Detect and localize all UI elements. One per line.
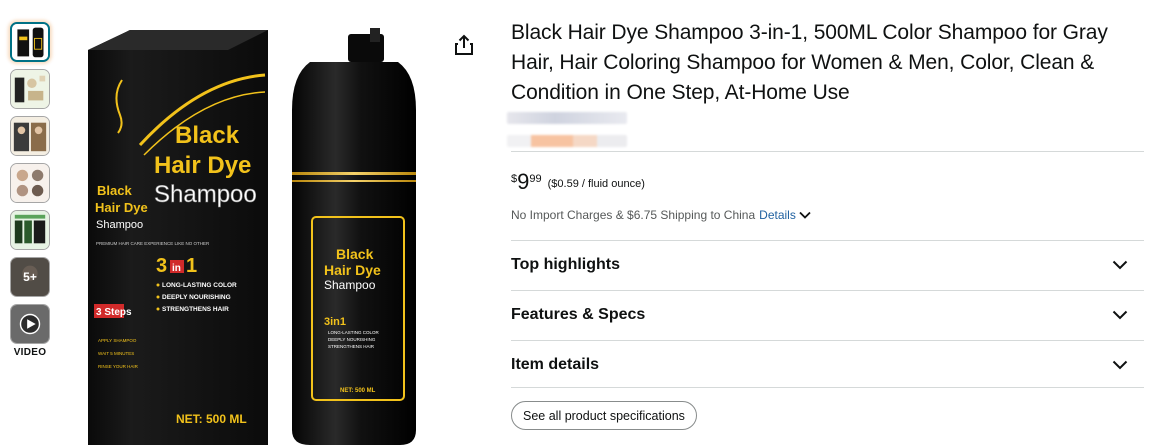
box-steps-label: 3 Steps xyxy=(96,307,132,318)
thumb-features[interactable] xyxy=(10,210,50,250)
box-one: 1 xyxy=(186,255,197,277)
box-bullet-1: LONG-LASTING COLOR xyxy=(162,282,237,289)
box-step-2: WAIT 5 MINUTES xyxy=(98,351,134,356)
accordion-label: Item details xyxy=(511,356,600,373)
shipping-text: No Import Charges & $6.75 Shipping to Ch… xyxy=(511,208,756,222)
box-brand-line1: Black xyxy=(175,122,240,149)
chevron-down-icon[interactable] xyxy=(799,211,811,219)
accordion-top-highlights[interactable]: Top highlights xyxy=(511,240,1144,290)
thumb-video[interactable] xyxy=(10,304,50,344)
thumb-more-images[interactable]: 5+ xyxy=(10,257,50,297)
box-three: 3 xyxy=(156,255,167,277)
box-side-line2: Hair Dye xyxy=(95,200,148,215)
bottle-line3: Shampoo xyxy=(324,278,376,292)
thumb-usage-steps[interactable] xyxy=(10,163,50,203)
accordion-label: Features & Specs xyxy=(511,306,646,323)
price-block: $ 9 99 ($0.59 / fluid ounce) xyxy=(511,170,645,194)
thumbnail-rail: 5+ VIDEO xyxy=(10,22,50,358)
product-title: Black Hair Dye Shampoo 3-in-1, 500ML Col… xyxy=(511,21,1108,104)
shipping-info: No Import Charges & $6.75 Shipping to Ch… xyxy=(511,208,811,222)
see-all-specs-button[interactable]: See all product specifications xyxy=(511,401,697,430)
divider xyxy=(511,387,1144,388)
chevron-down-icon[interactable] xyxy=(1112,360,1128,370)
box-bullet-2: DEEPLY NOURISHING xyxy=(162,294,231,301)
share-icon[interactable] xyxy=(454,34,474,56)
thumb-box-front[interactable] xyxy=(10,69,50,109)
box-side-line3: Shampoo xyxy=(96,219,143,231)
accordion-features-specs[interactable]: Features & Specs xyxy=(511,290,1144,340)
chevron-down-icon[interactable] xyxy=(1112,310,1128,320)
box-step-1: APPLY SHAMPOO xyxy=(98,338,137,343)
bottle-line1: Black xyxy=(336,246,374,262)
price-whole: 9 xyxy=(517,169,530,194)
price-fraction: 99 xyxy=(529,173,542,185)
video-label: VIDEO xyxy=(13,347,47,358)
box-brand-line3: Shampoo xyxy=(154,181,257,208)
rating-placeholder-blurred xyxy=(507,112,627,124)
chevron-down-icon[interactable] xyxy=(1112,260,1128,270)
accordion-label: Top highlights xyxy=(511,256,621,273)
shipping-details-link[interactable]: Details xyxy=(759,208,796,222)
product-info: Black Hair Dye Shampoo 3-in-1, 500ML Col… xyxy=(511,18,1144,108)
box-bullet-3: STRENGTHENS HAIR xyxy=(162,306,229,313)
thumb-main-product[interactable] xyxy=(10,22,50,62)
bottle-bullet-1: LONG-LASTING COLOR xyxy=(328,330,380,335)
bottle-line2: Hair Dye xyxy=(324,262,381,278)
main-product-image[interactable]: Black Hair Dye Shampoo Black Hair Dye Sh… xyxy=(80,20,440,445)
box-step-3: RINSE YOUR HAIR xyxy=(98,364,139,369)
accordion-item-details[interactable]: Item details xyxy=(511,340,1144,390)
box-side-line1: Black xyxy=(97,183,132,198)
box-brand-line2: Hair Dye xyxy=(154,152,251,179)
bottle-net: NET: 500 ML xyxy=(340,388,376,394)
bottle-3in1: 3in1 xyxy=(324,316,346,328)
box-net: NET: 500 ML xyxy=(176,412,247,426)
badge-placeholder-blurred xyxy=(507,135,627,147)
bottle-bullet-2: DEEPLY NOURISHING xyxy=(328,337,376,342)
divider xyxy=(511,151,1144,152)
unit-price: ($0.59 / fluid ounce) xyxy=(547,178,645,190)
more-images-count: 5+ xyxy=(11,258,49,296)
box-side-small: PREMIUM HAIR CARE EXPERIENCE LIKE NO OTH… xyxy=(96,241,210,246)
box-in: in xyxy=(172,263,181,274)
bottle-bullet-3: STRENGTHENS HAIR xyxy=(328,344,375,349)
thumb-before-after[interactable] xyxy=(10,116,50,156)
